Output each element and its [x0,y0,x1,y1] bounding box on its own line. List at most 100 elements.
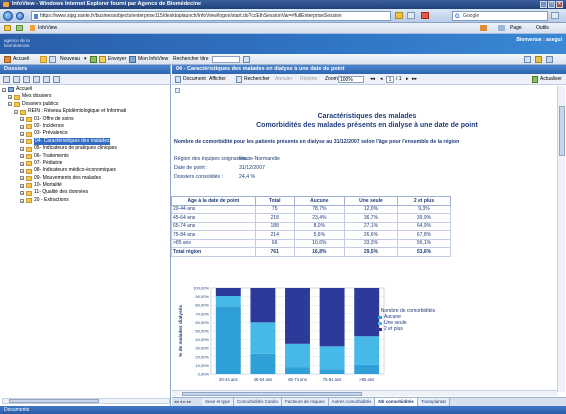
print-icon[interactable] [498,25,505,31]
tree-item[interactable]: − REIN : Réseau Epidémiologique et Inform… [2,108,170,115]
next-page-icon[interactable]: ▸ [406,74,409,85]
document-list-icon[interactable] [40,56,47,63]
new-folder-icon[interactable] [43,76,50,83]
report-tab[interactable]: Autres comorbidités [328,398,376,406]
expand-icon[interactable]: + [20,146,24,151]
tree-item[interactable]: +03- Prévalence [2,130,170,137]
favorite-tab-label[interactable]: InfoView [38,23,57,34]
folder-tree-scrollbar[interactable] [2,398,170,404]
preferences-icon[interactable] [524,56,531,63]
new-dropdown-icon[interactable]: ▾ [84,54,87,65]
expand-icon[interactable]: + [20,176,24,181]
report-tab[interactable]: Facteurs de risques [282,398,329,406]
refresh-data-icon[interactable] [532,76,538,83]
my-infoview-button[interactable]: Mon InfoView [138,54,168,65]
maximize-icon[interactable]: □ [548,1,555,8]
minimize-icon[interactable]: _ [540,1,547,8]
help-icon[interactable] [535,56,542,63]
page-menu[interactable]: Page [510,23,522,34]
expand-icon[interactable]: + [20,154,24,159]
tools-menu[interactable]: Outils [536,23,549,34]
favorites-star-icon[interactable] [4,25,11,31]
document-vertical-scrollbar[interactable] [557,86,565,392]
search-tree-icon[interactable] [33,76,40,83]
tree-item[interactable]: +20 - Extractions [2,197,170,204]
document-menu[interactable]: Document [183,74,206,85]
category-view-icon[interactable] [13,76,20,83]
scrollbar-thumb[interactable] [559,106,565,156]
last-page-icon[interactable]: ▸▸ [412,74,417,85]
first-page-icon[interactable]: ◂◂ [370,74,375,85]
page-input[interactable]: 1 [386,76,394,83]
expand-icon[interactable]: + [20,198,24,203]
expand-icon[interactable]: + [20,132,24,137]
tree-item[interactable]: +01- Offre de soins [2,116,170,123]
lock-icon[interactable] [395,12,403,19]
report-tab[interactable]: Nb comorbidités [375,398,418,406]
close-icon[interactable]: × [556,1,563,8]
report-tab[interactable]: Sexe et type [202,398,235,406]
report-tab[interactable]: Transplantat [417,398,450,406]
home-icon[interactable] [4,56,11,63]
expand-icon[interactable]: + [20,117,24,122]
tree-item[interactable]: +06- Traitements [2,153,170,160]
search-doc-icon[interactable] [236,76,242,83]
display-menu[interactable]: Afficher [209,74,226,85]
search-doc-button[interactable]: Rechercher [244,74,270,85]
search-go-icon[interactable] [243,56,250,63]
expand-icon[interactable]: + [20,191,24,196]
tree-item[interactable]: +04- Caractéristiques des malades [2,137,170,146]
document-menu-icon[interactable] [175,76,181,83]
tree-item[interactable]: + Mes dossiers [2,93,170,100]
tree-item[interactable]: +10- Mortalité [2,182,170,189]
refresh-icon[interactable] [90,56,97,63]
redo-button[interactable]: Répéter [300,74,318,85]
home-button[interactable]: Accueil [13,54,29,65]
back-icon[interactable] [3,11,13,21]
tree-item[interactable]: +09- Mouvements des malades [2,175,170,182]
search-title-input[interactable] [212,56,240,63]
expand-icon[interactable]: + [8,95,12,100]
expand-icon[interactable]: + [20,161,24,166]
folder-view-icon[interactable] [3,76,10,83]
tree-item[interactable]: +05- Indicateurs de pratiques cliniques [2,145,170,152]
tree-item[interactable]: +07- Pédiatrie [2,160,170,167]
tree-item[interactable]: − Dossiers publics [2,101,170,108]
expand-icon[interactable]: + [20,183,24,188]
zoom-select[interactable]: 100% [338,76,364,83]
refresh-icon[interactable] [407,12,415,19]
document-horizontal-scrollbar[interactable] [172,390,557,396]
send-icon[interactable] [99,56,106,63]
scrollbar-thumb[interactable] [182,392,362,396]
tree-item[interactable]: +08- Indicateurs médico-économiques [2,167,170,174]
collapse-icon[interactable]: − [8,102,12,107]
add-favorite-icon[interactable] [16,25,23,31]
url-field[interactable]: https://www.sipg.sante.fr/businessobject… [31,11,391,21]
home-icon[interactable] [480,25,487,31]
forward-icon[interactable] [16,12,24,20]
tree-item[interactable]: +11- Qualité des données [2,189,170,196]
expand-icon[interactable]: + [20,168,24,173]
report-nav-icon[interactable] [175,88,180,93]
refresh-data-button[interactable]: Actualiser [540,74,562,85]
view-icon[interactable] [129,56,136,63]
tree-item[interactable]: +02- Incidence [2,123,170,130]
collapse-icon[interactable]: − [14,109,18,114]
expand-icon[interactable]: + [20,139,24,144]
expand-icon[interactable]: + [20,124,24,129]
search-input[interactable]: G Google [452,11,548,21]
logout-icon[interactable] [546,56,553,63]
delete-icon[interactable] [53,76,60,83]
open-icon[interactable] [49,56,56,63]
collapse-icon[interactable]: − [2,87,6,92]
send-button[interactable]: Envoyer [108,54,126,65]
tree-item[interactable]: − Accueil [2,86,170,93]
prev-page-icon[interactable]: ◂ [380,74,383,85]
refresh-tree-icon[interactable] [23,76,30,83]
scrollbar-thumb[interactable] [9,399,99,403]
undo-button[interactable]: Annuler [275,74,292,85]
stop-icon[interactable] [421,12,429,19]
tab-nav-arrows[interactable]: ◂◂ ◂ ▸ ▸▸ [172,398,202,406]
new-button[interactable]: Nouveau [60,54,80,65]
report-tab[interactable]: Comorbidités Cardio [234,398,283,406]
